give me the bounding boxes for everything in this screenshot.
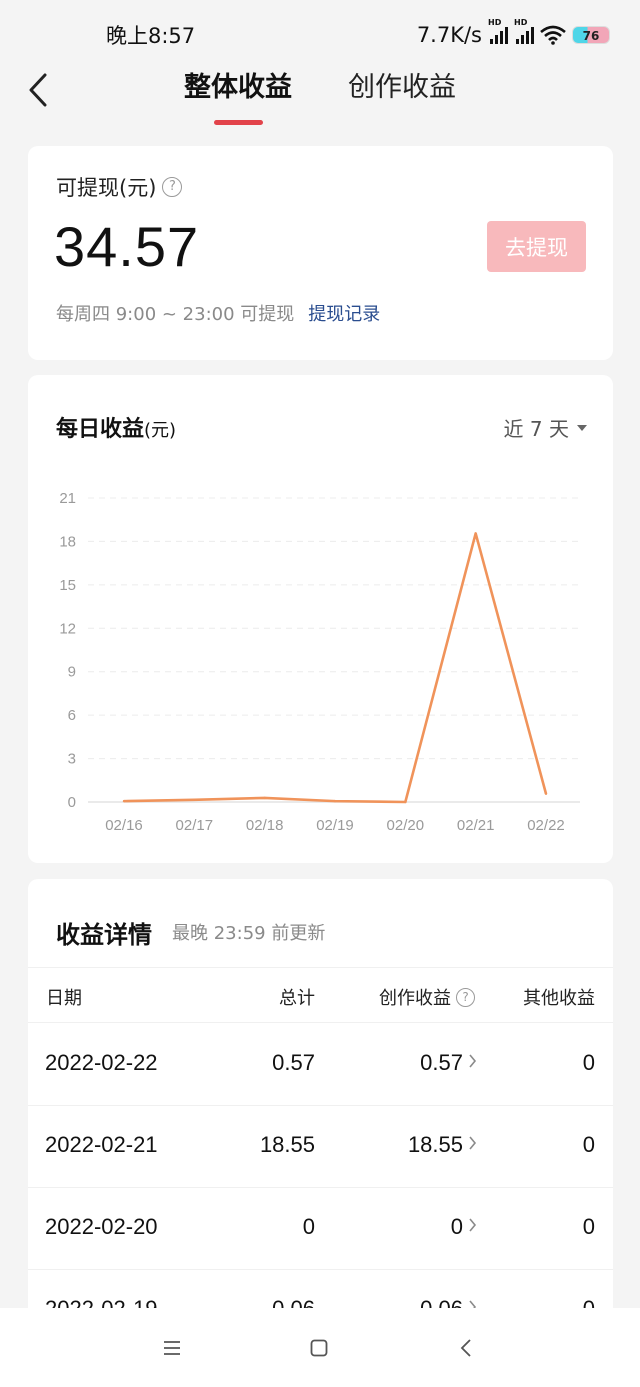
y-tick-label: 6: [68, 707, 76, 724]
chevron-left-icon: [29, 73, 47, 107]
chevron-right-icon: [469, 1054, 477, 1068]
detail-title: 收益详情: [56, 921, 152, 949]
balance-card: 可提现(元) ? 34.57 去提现 每周四 9:00 ~ 23:00 可提现 …: [28, 146, 613, 360]
daily-earnings-chart: 21 18 15 12 9 6 3 0 02/16 02/17 02/18 02/19 02/20 02/…: [59, 490, 580, 834]
data-point: [122, 799, 126, 803]
data-point: [544, 792, 548, 795]
data-point: [333, 799, 337, 803]
withdraw-button[interactable]: 去提现: [487, 221, 586, 272]
data-point: [193, 798, 196, 802]
data-point: [404, 800, 407, 804]
signal-icon: HD: [488, 18, 508, 44]
withdrawable-label-text: 可提现(元): [56, 176, 157, 200]
detail-update-note: 最晚 23:59 前更新: [172, 923, 326, 944]
y-tick-label: 3: [68, 751, 76, 768]
x-tick-label: 02/16: [105, 817, 143, 834]
active-tab-indicator: [214, 120, 263, 125]
x-tick-label: 02/22: [527, 817, 565, 834]
signal-icon: HD: [514, 18, 534, 44]
row-total: 18.55: [259, 1132, 315, 1157]
column-creation: 创作收益 ?: [379, 984, 475, 1010]
chevron-left-icon: [460, 1339, 471, 1357]
withdrawable-amount: 34.57: [54, 215, 200, 278]
withdraw-schedule: 每周四 9:00 ~ 23:00 可提现 提现记录: [56, 300, 380, 326]
y-tick-label: 18: [59, 533, 76, 550]
wifi-icon: [540, 25, 566, 45]
row-creation: 0: [450, 1214, 463, 1239]
row-other: 0: [582, 1050, 595, 1075]
help-icon[interactable]: ?: [456, 987, 475, 1007]
signal-hd-label: HD: [488, 18, 502, 27]
series-line: [123, 532, 548, 804]
row-date: 2022-02-21: [45, 1132, 158, 1157]
chevron-right-icon: [469, 1136, 477, 1150]
earnings-detail-card: 收益详情 最晚 23:59 前更新 日期 总计 创作收益 ? 其他收益 2022…: [28, 879, 613, 1319]
column-other: 其他收益: [523, 988, 595, 1009]
status-time: 晚上8:57: [106, 24, 196, 48]
chevron-right-icon: [469, 1218, 477, 1232]
y-tick-label: 12: [59, 620, 76, 637]
x-tick-label: 02/17: [176, 817, 214, 834]
row-date: 2022-02-20: [45, 1214, 158, 1239]
withdraw-schedule-text: 每周四 9:00 ~ 23:00 可提现: [56, 304, 295, 325]
daily-earnings-card: 每日收益(元) 近 7 天 21 18 15 12 9 6 3 0 02/16 02/17 02/1…: [28, 375, 613, 863]
x-tick-label: 02/20: [387, 817, 425, 834]
y-tick-label: 0: [68, 794, 76, 811]
x-tick-label: 02/21: [457, 817, 495, 834]
row-total: 0.57: [272, 1050, 315, 1075]
column-date: 日期: [46, 988, 82, 1009]
system-back-button[interactable]: [448, 1332, 484, 1364]
withdrawable-label: 可提现(元) ?: [56, 172, 183, 202]
battery-icon: 76: [572, 26, 610, 44]
status-indicators: 7.7K/s HD HD 76: [416, 18, 610, 50]
help-icon[interactable]: ?: [162, 177, 183, 197]
table-row[interactable]: 2022-02-22 0.57 0.57 0: [28, 1024, 613, 1106]
home-button[interactable]: [301, 1332, 337, 1364]
x-tick-label: 02/19: [316, 817, 354, 834]
column-creation-label: 创作收益: [379, 988, 451, 1009]
signal-hd-label: HD: [514, 18, 528, 27]
y-tick-label: 21: [59, 490, 76, 507]
y-tick-label: 9: [68, 664, 76, 681]
table-row[interactable]: 2022-02-20 0 0 0: [28, 1188, 613, 1270]
top-nav: 整体收益 创作收益: [0, 60, 640, 130]
row-creation: 0.57: [420, 1050, 463, 1075]
data-point: [263, 796, 266, 800]
data-point: [474, 532, 477, 535]
table-header: 日期 总计 创作收益 ? 其他收益: [28, 967, 613, 1023]
system-nav-bar: [0, 1308, 640, 1387]
home-square-icon: [310, 1339, 328, 1357]
row-other: 0: [582, 1132, 595, 1157]
withdraw-record-link[interactable]: 提现记录: [308, 300, 380, 326]
x-tick-label: 02/18: [246, 817, 284, 834]
y-tick-label: 15: [59, 577, 76, 594]
table-row[interactable]: 2022-02-21 18.55 18.55 0: [28, 1106, 613, 1188]
back-button[interactable]: [18, 70, 58, 110]
column-total: 总计: [279, 988, 315, 1009]
tab-creation-earnings[interactable]: 创作收益: [348, 70, 456, 106]
row-total: 0: [302, 1214, 315, 1239]
row-creation: 18.55: [407, 1132, 463, 1157]
network-speed: 7.7K/s: [416, 23, 482, 47]
menu-button[interactable]: [154, 1332, 190, 1364]
row-other: 0: [582, 1214, 595, 1239]
menu-icon: [164, 1341, 180, 1355]
tab-overall-earnings[interactable]: 整体收益: [184, 70, 292, 106]
row-date: 2022-02-22: [45, 1050, 158, 1075]
